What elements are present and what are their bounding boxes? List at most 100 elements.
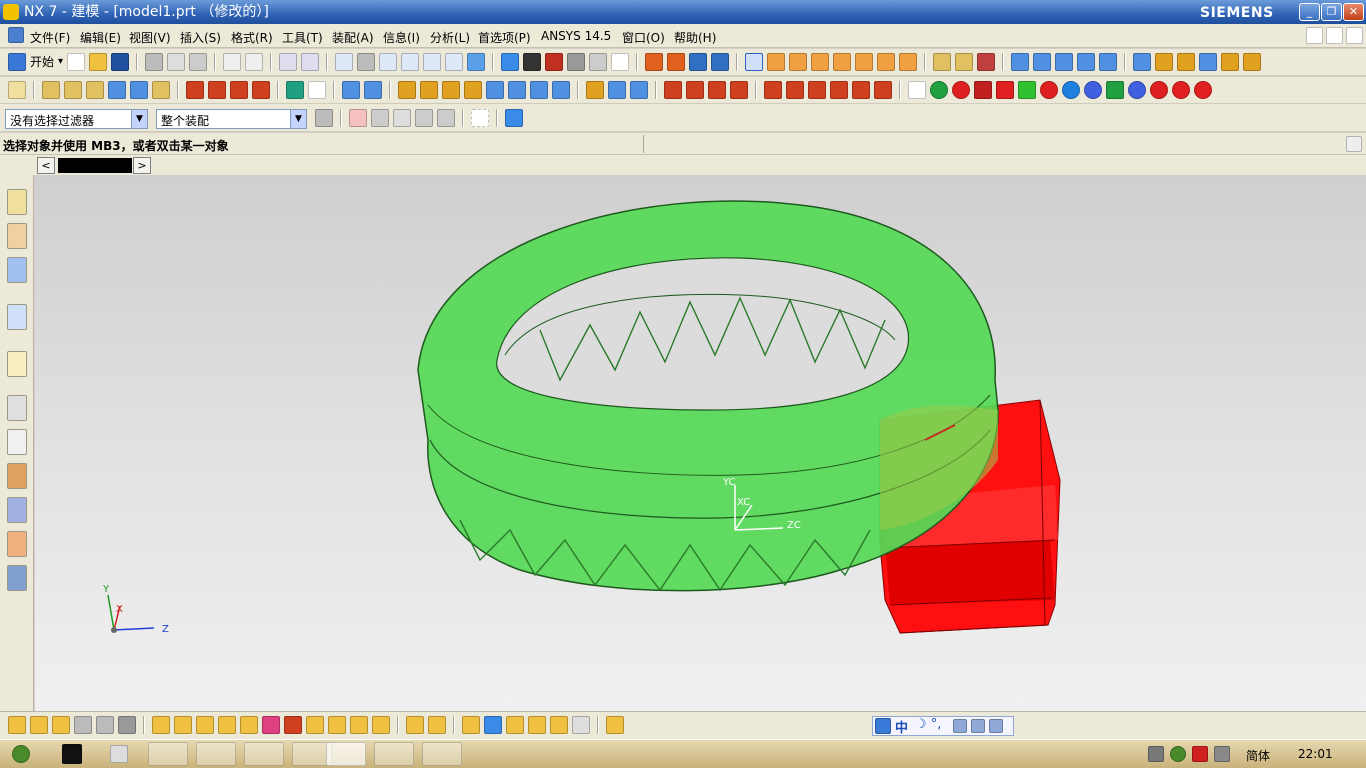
replace-face-icon[interactable]: [1155, 53, 1174, 71]
unite-icon[interactable]: [152, 81, 170, 99]
curve-3-icon[interactable]: [708, 81, 726, 99]
assembly-tool-5-icon[interactable]: [96, 716, 114, 734]
part-navigator-tab-icon[interactable]: [7, 257, 27, 283]
pull-face-icon[interactable]: [1243, 53, 1262, 71]
sketch-icon[interactable]: [42, 81, 60, 99]
select-face-icon[interactable]: [415, 109, 433, 127]
cut-icon[interactable]: [145, 53, 164, 71]
magnify-icon[interactable]: [401, 53, 420, 71]
assembly-tool-1-icon[interactable]: [8, 716, 26, 734]
chevron-down-icon[interactable]: ▼: [290, 110, 306, 128]
gear-tool-1-icon[interactable]: [764, 81, 782, 99]
measure-body-icon[interactable]: [977, 53, 996, 71]
resize-blend-icon[interactable]: [1199, 53, 1218, 71]
reference-set-icon[interactable]: [428, 716, 446, 734]
select-solid-icon[interactable]: [505, 109, 523, 127]
snap-point-icon[interactable]: [745, 53, 764, 71]
move-icon[interactable]: [689, 53, 708, 71]
perspective-icon[interactable]: [467, 53, 486, 71]
ime-mode[interactable]: 中: [895, 717, 908, 736]
system-materials-tab-icon[interactable]: [7, 429, 27, 455]
warning-flag-icon[interactable]: [1192, 746, 1208, 762]
layout-icon[interactable]: [589, 53, 608, 71]
curve-1-icon[interactable]: [664, 81, 682, 99]
thicken-icon[interactable]: [530, 81, 548, 99]
redo-icon[interactable]: [245, 53, 264, 71]
menu-analysis[interactable]: 分析(L): [430, 29, 470, 46]
repeat-command-icon[interactable]: [301, 53, 320, 71]
gear-tool-2-icon[interactable]: [786, 81, 804, 99]
surface-3-icon[interactable]: [1055, 53, 1074, 71]
process-studio-tab-icon[interactable]: [7, 463, 27, 489]
red-spring-icon[interactable]: [1194, 81, 1212, 99]
assembly-tool-2-icon[interactable]: [30, 716, 48, 734]
menu-format[interactable]: 格式(R): [231, 29, 273, 46]
minimize-button[interactable]: _: [1299, 3, 1320, 21]
undo-selection-icon[interactable]: [371, 109, 389, 127]
surface-5-icon[interactable]: [1099, 53, 1118, 71]
edge-blend-icon[interactable]: [398, 81, 416, 99]
trim-body-icon[interactable]: [486, 81, 504, 99]
menu-preferences[interactable]: 首选项(P): [478, 29, 531, 46]
add-component-icon[interactable]: [152, 716, 170, 734]
offset-region-icon[interactable]: [1177, 53, 1196, 71]
paste-icon[interactable]: [189, 53, 208, 71]
blue-gear-icon[interactable]: [1084, 81, 1102, 99]
background-icon[interactable]: [567, 53, 586, 71]
clearance-icon[interactable]: [406, 716, 424, 734]
scroll-right-button[interactable]: >: [133, 157, 151, 174]
hole-icon[interactable]: [108, 81, 126, 99]
taskbar-app-3[interactable]: [244, 742, 284, 766]
move-component-icon[interactable]: [240, 716, 258, 734]
clock[interactable]: 22:01: [1298, 747, 1333, 761]
mirror-assembly-icon[interactable]: [306, 716, 324, 734]
red-bolt-icon[interactable]: [996, 81, 1014, 99]
web-browser-tab-icon[interactable]: [7, 351, 27, 377]
network-icon[interactable]: [1148, 746, 1164, 762]
red-gear-icon[interactable]: [952, 81, 970, 99]
quadrant-snap-icon[interactable]: [855, 53, 874, 71]
intersection-snap-icon[interactable]: [833, 53, 852, 71]
blue-ring-icon[interactable]: [1062, 81, 1080, 99]
pattern-icon[interactable]: [586, 81, 604, 99]
menu-file[interactable]: 文件(F): [30, 29, 70, 46]
selection-filter-dropdown[interactable]: 没有选择过滤器 ▼: [5, 109, 148, 129]
orient-view-icon[interactable]: [523, 53, 542, 71]
sequence-icon[interactable]: [350, 716, 368, 734]
menu-tools[interactable]: 工具(T): [282, 29, 323, 46]
sync-model-icon[interactable]: [1133, 53, 1152, 71]
zoom-icon[interactable]: [379, 53, 398, 71]
menu-assembly[interactable]: 装配(A): [332, 29, 374, 46]
datum-plane-icon[interactable]: [286, 81, 304, 99]
menu-insert[interactable]: 插入(S): [180, 29, 221, 46]
reuse-library-tab-icon[interactable]: [7, 304, 27, 330]
surface-1-icon[interactable]: [1011, 53, 1030, 71]
security-icon[interactable]: [1170, 746, 1186, 762]
start-orb-icon[interactable]: [12, 745, 30, 763]
show-constraints-icon[interactable]: [284, 716, 302, 734]
feature-icon[interactable]: [645, 53, 664, 71]
assembly-navigator-tab-icon[interactable]: [7, 189, 27, 215]
green-shaft-icon[interactable]: [1106, 81, 1124, 99]
ime-keyboard-icon[interactable]: [971, 719, 985, 733]
ime-settings-icon[interactable]: [989, 719, 1003, 733]
new-file-icon[interactable]: [67, 53, 86, 71]
draft-icon[interactable]: [464, 81, 482, 99]
ime-symbols[interactable]: ☽ °,: [915, 717, 941, 732]
volume-icon[interactable]: [1214, 746, 1230, 762]
surface-4-icon[interactable]: [1077, 53, 1096, 71]
scroll-left-button[interactable]: <: [37, 157, 55, 174]
taskbar-window[interactable]: [422, 742, 462, 766]
midpoint-snap-icon[interactable]: [789, 53, 808, 71]
ime-user-icon[interactable]: [953, 719, 967, 733]
weld-icon[interactable]: [506, 716, 524, 734]
rendering-style-icon[interactable]: [501, 53, 520, 71]
curve-4-icon[interactable]: [730, 81, 748, 99]
new-component-icon[interactable]: [174, 716, 192, 734]
exploded-view-icon[interactable]: [328, 716, 346, 734]
constraint-navigator-tab-icon[interactable]: [7, 223, 27, 249]
wave-icon[interactable]: [711, 53, 730, 71]
gear-tool-5-icon[interactable]: [852, 81, 870, 99]
taskbar-explorer[interactable]: [374, 742, 414, 766]
filter-settings-icon[interactable]: [315, 109, 333, 127]
